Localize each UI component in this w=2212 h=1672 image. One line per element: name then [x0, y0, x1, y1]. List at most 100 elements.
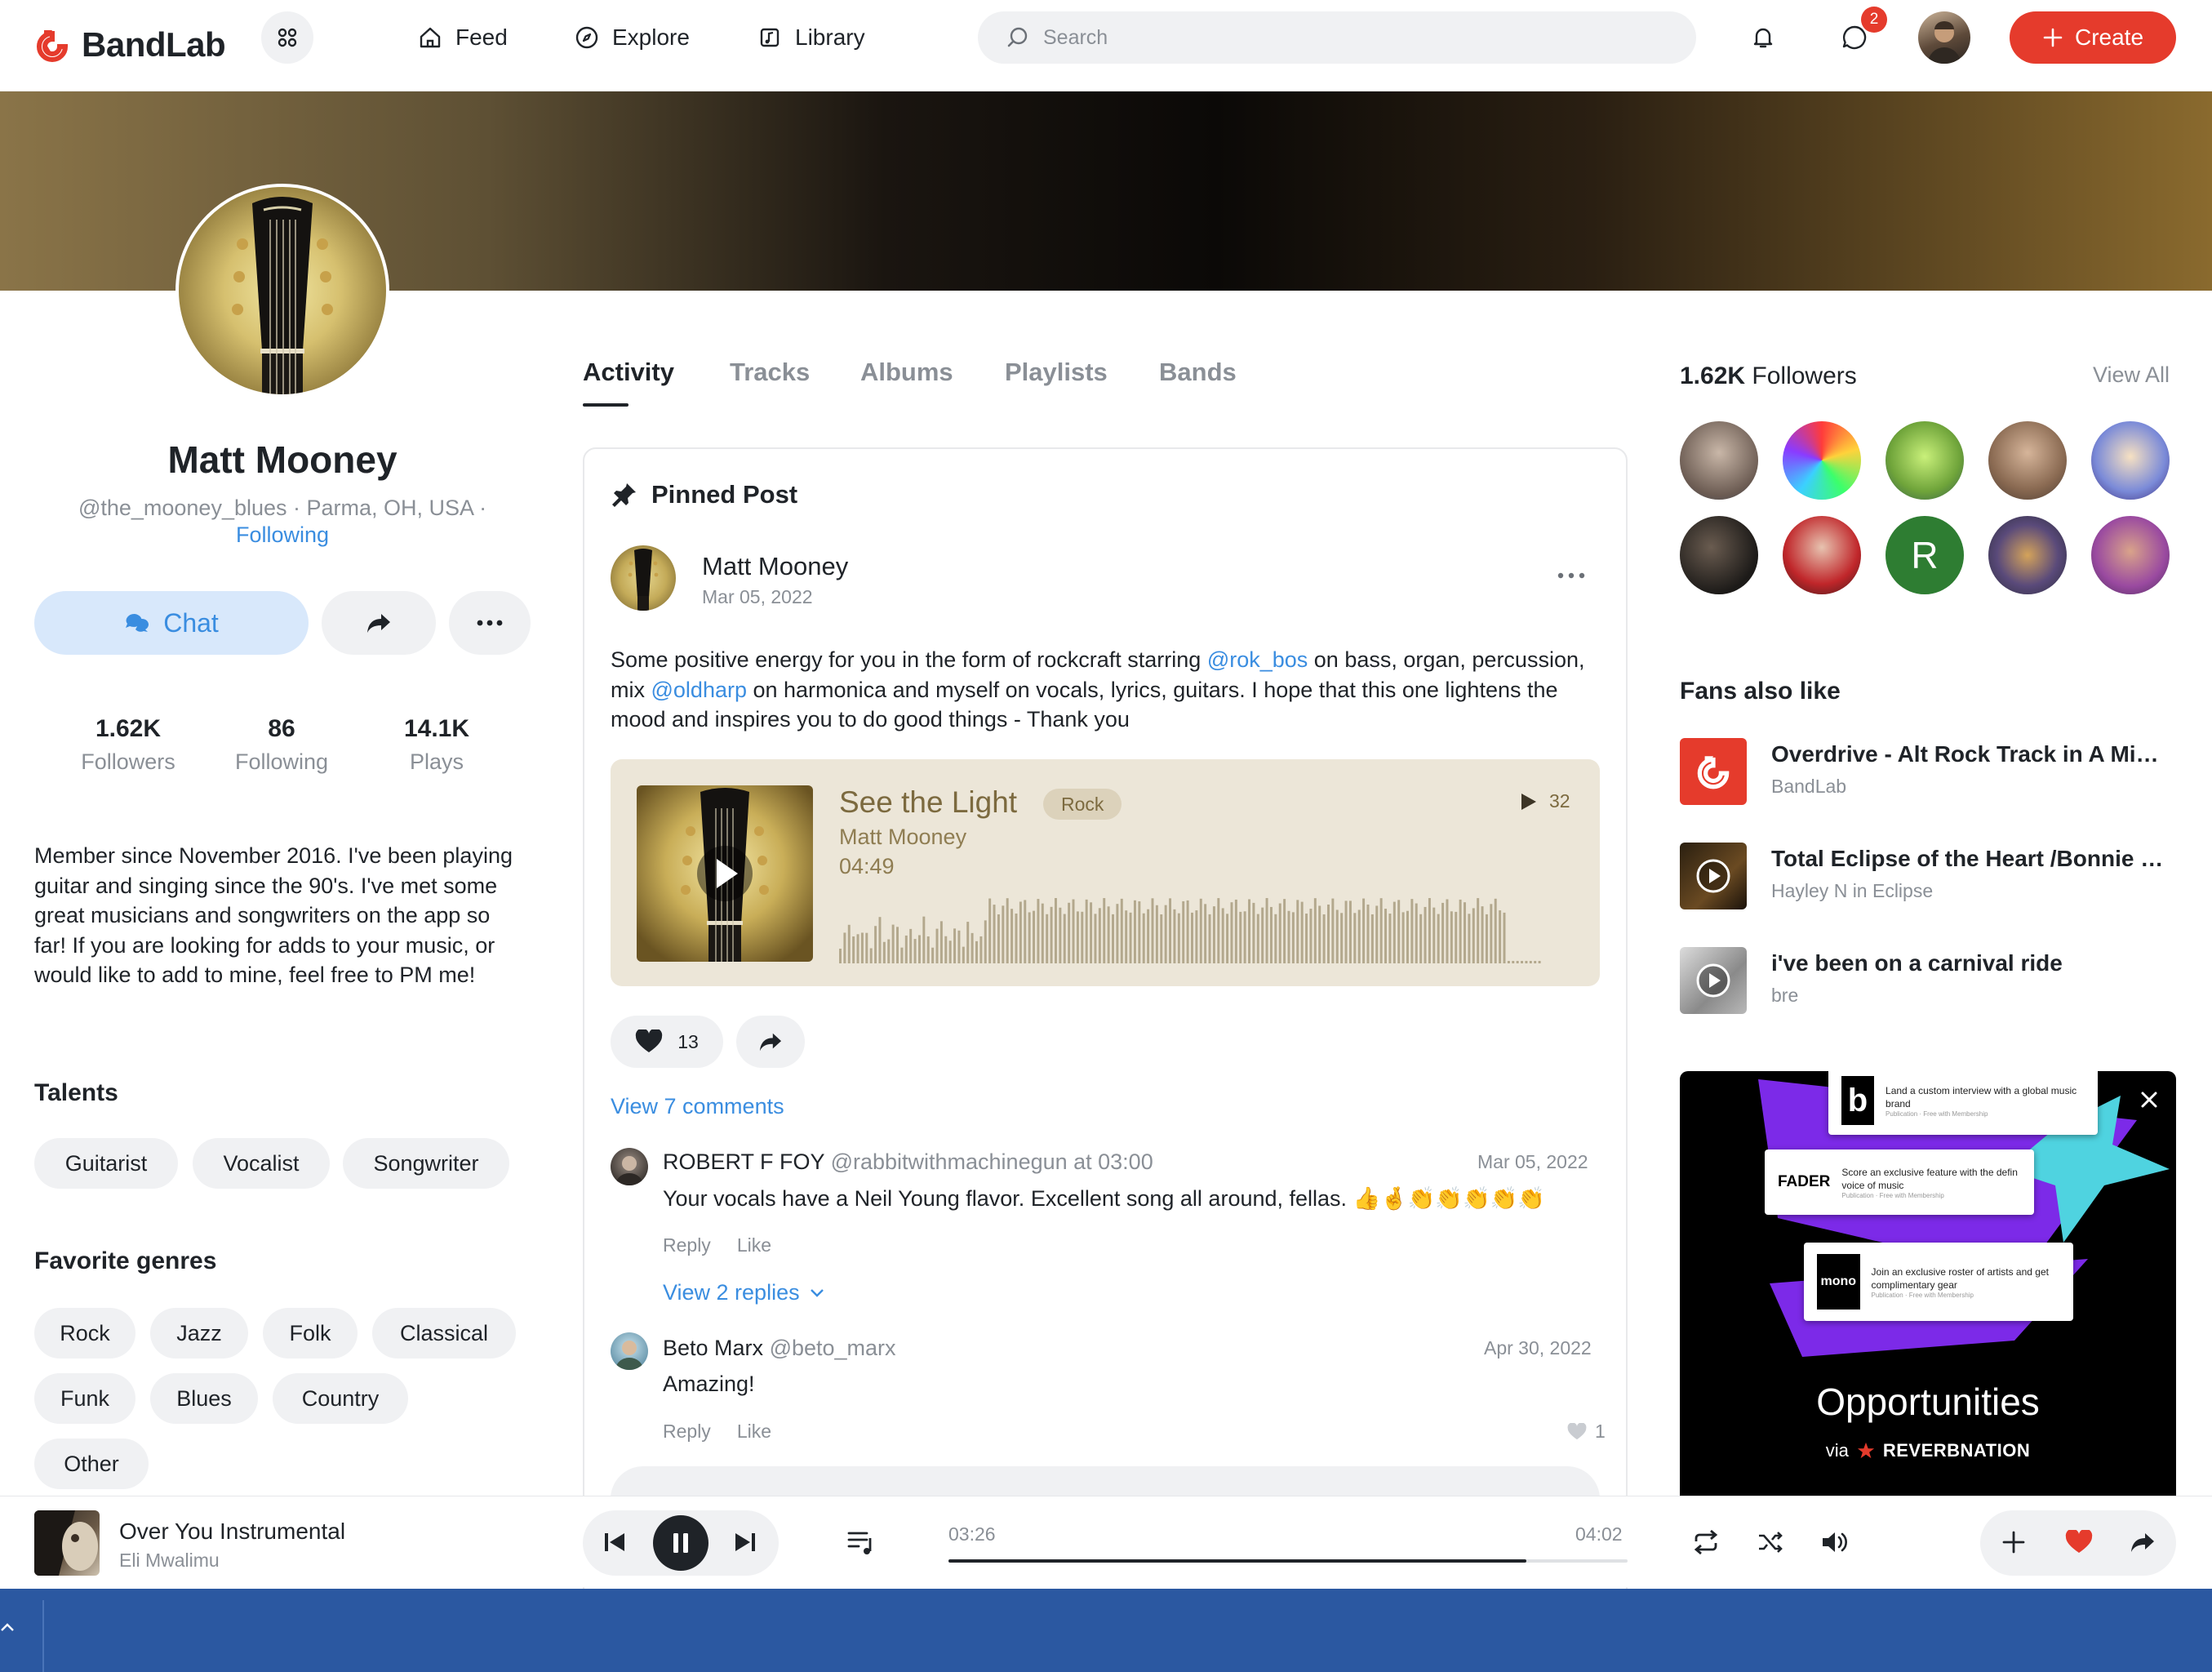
- talent-chip[interactable]: Guitarist: [34, 1138, 178, 1189]
- fan-track-item[interactable]: Total Eclipse of the Heart /Bonnie Ty...…: [1771, 846, 2171, 902]
- ad-via: via REVERBNATION: [1680, 1440, 2176, 1461]
- track-title[interactable]: See the Light: [839, 785, 1017, 820]
- reply-button[interactable]: Reply: [663, 1234, 711, 1256]
- view-comments-link[interactable]: View 7 comments: [611, 1094, 784, 1119]
- nav-library[interactable]: Library: [757, 21, 865, 54]
- now-playing-artwork[interactable]: [34, 1510, 100, 1576]
- comment-author[interactable]: ROBERT F FOY: [663, 1150, 824, 1174]
- talent-chip[interactable]: Songwriter: [343, 1138, 509, 1189]
- bandlab-logo[interactable]: BandLab: [33, 18, 226, 72]
- playback-progress-bar[interactable]: [948, 1559, 1628, 1563]
- shuffle-button[interactable]: [1757, 1528, 1784, 1560]
- now-playing-title[interactable]: Over You Instrumental: [119, 1519, 345, 1545]
- follower-avatar[interactable]: [1783, 516, 1861, 594]
- taskbar-expand-button[interactable]: [0, 1621, 15, 1637]
- waveform-bar: [1305, 914, 1308, 963]
- ad-close-button[interactable]: [2140, 1091, 2158, 1113]
- follower-avatar[interactable]: R: [1886, 516, 1964, 594]
- repeat-button[interactable]: [1691, 1528, 1721, 1560]
- tab-activity[interactable]: Activity: [583, 358, 674, 387]
- tab-bands[interactable]: Bands: [1159, 358, 1237, 387]
- comment-author[interactable]: Beto Marx: [663, 1336, 763, 1360]
- genre-chip[interactable]: Jazz: [150, 1308, 248, 1358]
- follower-avatar[interactable]: [1680, 421, 1758, 500]
- fan-track-item[interactable]: i've been on a carnival ride bre: [1771, 950, 2171, 1007]
- add-to-playlist-button[interactable]: [2001, 1530, 2026, 1559]
- follower-avatar[interactable]: [2091, 421, 2170, 500]
- like-comment-button[interactable]: Like: [737, 1421, 771, 1443]
- like-comment-button[interactable]: Like: [737, 1234, 771, 1256]
- follower-avatar[interactable]: [1680, 516, 1758, 594]
- waveform-bar: [856, 934, 859, 963]
- waveform-bar: [1041, 903, 1044, 963]
- follower-avatar[interactable]: [1783, 421, 1861, 500]
- opportunities-ad[interactable]: b Land a custom interview with a global …: [1680, 1071, 2176, 1496]
- mention-link[interactable]: @rok_bos: [1207, 647, 1308, 672]
- reply-button[interactable]: Reply: [663, 1421, 711, 1443]
- nav-explore[interactable]: Explore: [575, 21, 690, 54]
- view-replies-link[interactable]: View 2 replies: [663, 1280, 824, 1305]
- share-post-button[interactable]: [736, 1016, 805, 1068]
- track-artwork[interactable]: [637, 785, 813, 962]
- fan-track-artwork[interactable]: [1680, 843, 1747, 909]
- follower-avatar[interactable]: [1988, 516, 2067, 594]
- follower-avatar[interactable]: [1988, 421, 2067, 500]
- comment-avatar[interactable]: [611, 1148, 648, 1185]
- view-all-followers-link[interactable]: View All: [2093, 362, 2170, 388]
- now-playing-artist[interactable]: Eli Mwalimu: [119, 1550, 220, 1572]
- messages-button[interactable]: 2: [1838, 7, 1887, 54]
- tab-playlists[interactable]: Playlists: [1005, 358, 1108, 387]
- waveform-bar: [1033, 910, 1036, 963]
- tab-tracks[interactable]: Tracks: [730, 358, 810, 387]
- user-avatar[interactable]: [1918, 11, 1970, 64]
- post-options-button[interactable]: [1557, 568, 1585, 583]
- pause-button[interactable]: [653, 1515, 708, 1571]
- genre-chip[interactable]: Other: [34, 1439, 149, 1489]
- queue-button[interactable]: [847, 1528, 877, 1560]
- more-options-button[interactable]: [449, 591, 531, 655]
- genre-chip[interactable]: Folk: [263, 1308, 358, 1358]
- volume-button[interactable]: [1820, 1528, 1851, 1560]
- follower-avatar[interactable]: [2091, 516, 2170, 594]
- notifications-button[interactable]: [1747, 21, 1779, 54]
- genre-chip[interactable]: Classical: [372, 1308, 516, 1358]
- track-waveform[interactable]: [839, 892, 1543, 963]
- next-track-button[interactable]: [733, 1530, 757, 1559]
- fan-track-item[interactable]: Overdrive - Alt Rock Track in A Mino... …: [1771, 741, 2171, 798]
- chat-button[interactable]: Chat: [34, 591, 309, 655]
- like-track-button[interactable]: [2065, 1528, 2093, 1559]
- nav-feed-label: Feed: [455, 24, 508, 50]
- profile-avatar: [175, 184, 389, 398]
- search-input[interactable]: [1043, 25, 1680, 50]
- share-profile-button[interactable]: [322, 591, 436, 655]
- talent-chip[interactable]: Vocalist: [193, 1138, 330, 1189]
- fan-track-artwork[interactable]: [1680, 738, 1747, 805]
- share-track-button[interactable]: [2129, 1530, 2156, 1559]
- apps-menu-button[interactable]: [261, 11, 313, 64]
- comment-avatar[interactable]: [611, 1332, 648, 1370]
- previous-track-button[interactable]: [602, 1530, 627, 1559]
- genre-chip[interactable]: Country: [273, 1373, 408, 1424]
- track-genre-tag[interactable]: Rock: [1043, 789, 1122, 820]
- tab-albums[interactable]: Albums: [860, 358, 953, 387]
- nav-feed[interactable]: Feed: [418, 21, 508, 54]
- track-artist[interactable]: Matt Mooney: [839, 825, 966, 850]
- fan-track-artwork[interactable]: [1680, 947, 1747, 1014]
- create-button[interactable]: Create: [2010, 11, 2176, 64]
- waveform-bar: [896, 927, 899, 963]
- following-status-link[interactable]: Following: [33, 522, 532, 548]
- search-bar[interactable]: [978, 11, 1696, 64]
- comment-handle[interactable]: @beto_marx: [770, 1336, 896, 1360]
- like-button[interactable]: 13: [611, 1016, 723, 1068]
- post-author-name[interactable]: Matt Mooney: [702, 552, 848, 581]
- follower-avatar[interactable]: [1886, 421, 1964, 500]
- genre-chip[interactable]: Blues: [150, 1373, 258, 1424]
- following-stat[interactable]: 86 Following: [212, 715, 351, 775]
- genre-chip[interactable]: Rock: [34, 1308, 135, 1358]
- followers-stat[interactable]: 1.62K Followers: [59, 715, 198, 775]
- comment-handle[interactable]: @rabbitwithmachinegun at 03:00: [831, 1150, 1153, 1174]
- comment-like-count[interactable]: 1: [1567, 1421, 1606, 1443]
- post-author-avatar[interactable]: [611, 545, 676, 611]
- mention-link[interactable]: @oldharp: [651, 678, 747, 702]
- genre-chip[interactable]: Funk: [34, 1373, 135, 1424]
